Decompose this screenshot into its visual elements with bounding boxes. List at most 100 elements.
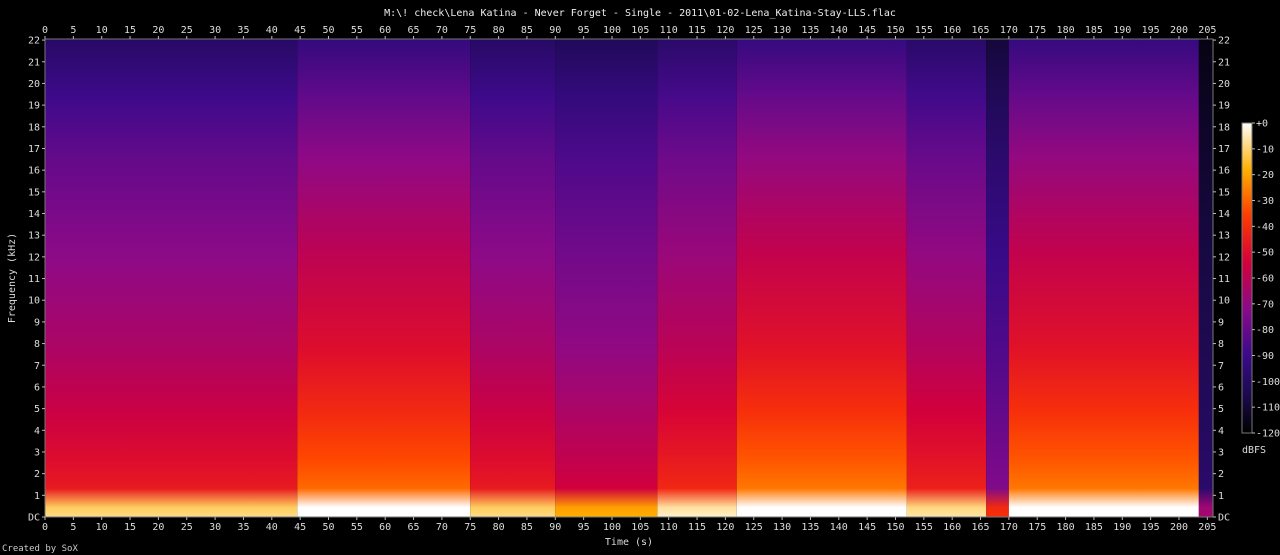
x-tick-label-bottom: 80: [493, 522, 505, 533]
y-tick-label-right: 14: [1218, 209, 1230, 220]
x-tick-label-bottom: 85: [521, 522, 533, 533]
x-tick-label-top: 65: [408, 25, 420, 36]
x-tick-label-bottom: 130: [773, 522, 791, 533]
y-tick-label-left: 1: [34, 491, 40, 502]
x-tick-label-top: 80: [493, 25, 505, 36]
x-tick-label-bottom: 65: [408, 522, 420, 533]
x-tick-label-top: 195: [1142, 25, 1160, 36]
x-tick-label-top: 160: [943, 25, 961, 36]
x-tick-label-bottom: 70: [436, 522, 448, 533]
x-tick-label-top: 185: [1085, 25, 1103, 36]
x-tick-label-top: 0: [42, 25, 48, 36]
x-tick-label-bottom: 195: [1142, 522, 1160, 533]
x-tick-label-bottom: 145: [858, 522, 876, 533]
colorbar-tick-label: -30: [1256, 196, 1274, 207]
y-tick-label-left: 22: [28, 36, 40, 47]
chart-title: M:\! check\Lena Katina - Never Forget - …: [384, 8, 896, 19]
y-tick-label-right: 18: [1218, 122, 1230, 133]
x-tick-label-top: 90: [549, 25, 561, 36]
x-tick-label-bottom: 30: [209, 522, 221, 533]
y-tick-label-right: 19: [1218, 101, 1230, 112]
y-tick-label-left: 12: [28, 252, 40, 263]
x-tick-label-top: 60: [379, 25, 391, 36]
x-tick-label-top: 85: [521, 25, 533, 36]
x-tick-label-bottom: 180: [1057, 522, 1075, 533]
y-tick-label-left: 17: [28, 144, 40, 155]
y-tick-label-right: 9: [1218, 317, 1224, 328]
x-tick-label-top: 120: [716, 25, 734, 36]
y-tick-label-right: DC: [1218, 513, 1230, 524]
colorbar-tick-label: -90: [1256, 351, 1274, 362]
x-tick-label-bottom: 5: [70, 522, 76, 533]
y-tick-label-left: DC: [28, 513, 40, 524]
x-tick-label-top: 15: [124, 25, 136, 36]
x-tick-label-top: 200: [1170, 25, 1188, 36]
x-axis-label: Time (s): [605, 537, 653, 548]
x-tick-label-top: 40: [266, 25, 278, 36]
x-tick-label-bottom: 165: [972, 522, 990, 533]
y-tick-label-right: 15: [1218, 187, 1230, 198]
x-tick-label-top: 135: [801, 25, 819, 36]
y-tick-label-left: 19: [28, 101, 40, 112]
x-tick-label-top: 150: [886, 25, 904, 36]
x-tick-label-top: 175: [1028, 25, 1046, 36]
colorbar-tick-label: -80: [1256, 325, 1274, 336]
y-tick-label-right: 17: [1218, 144, 1230, 155]
x-tick-label-bottom: 115: [688, 522, 706, 533]
spectrogram-section: [1008, 39, 1199, 517]
y-tick-label-right: 21: [1218, 57, 1230, 68]
y-tick-label-right: 7: [1218, 361, 1224, 372]
x-tick-label-top: 35: [237, 25, 249, 36]
x-tick-label-bottom: 150: [886, 522, 904, 533]
x-tick-label-bottom: 110: [660, 522, 678, 533]
x-tick-label-bottom: 120: [716, 522, 734, 533]
colorbar-tick-label: -40: [1256, 222, 1274, 233]
y-tick-label-left: 13: [28, 231, 40, 242]
spectrogram-section: [297, 39, 471, 517]
x-tick-label-top: 125: [745, 25, 763, 36]
y-tick-label-right: 4: [1218, 426, 1224, 437]
y-tick-label-left: 5: [34, 404, 40, 415]
colorbar: [1241, 122, 1253, 434]
y-tick-label-right: 16: [1218, 166, 1230, 177]
y-tick-label-right: 2: [1218, 469, 1224, 480]
x-tick-label-top: 5: [70, 25, 76, 36]
spectrogram-section: [45, 39, 298, 517]
y-tick-label-left: 9: [34, 317, 40, 328]
x-tick-label-bottom: 50: [322, 522, 334, 533]
colorbar-tick-label: -70: [1256, 299, 1274, 310]
x-tick-label-bottom: 20: [152, 522, 164, 533]
x-tick-label-top: 55: [351, 25, 363, 36]
y-tick-label-left: 21: [28, 57, 40, 68]
y-tick-label-left: 16: [28, 166, 40, 177]
spectrogram-section: [986, 39, 1009, 517]
colorbar-tick-label: -100: [1256, 377, 1280, 388]
colorbar-tick-label: +0: [1256, 119, 1268, 130]
y-tick-label-left: 10: [28, 296, 40, 307]
colorbar-tick-label: -10: [1256, 144, 1274, 155]
x-tick-label-top: 100: [603, 25, 621, 36]
x-tick-label-top: 205: [1198, 25, 1216, 36]
plot-area: [45, 39, 1213, 517]
x-tick-label-top: 105: [631, 25, 649, 36]
x-tick-label-bottom: 205: [1198, 522, 1216, 533]
spectrogram-section: [736, 39, 907, 517]
x-tick-label-bottom: 125: [745, 522, 763, 533]
x-tick-label-top: 110: [660, 25, 678, 36]
x-tick-label-bottom: 35: [237, 522, 249, 533]
x-tick-label-bottom: 160: [943, 522, 961, 533]
credit-text: Created by SoX: [2, 544, 78, 554]
y-tick-label-right: 12: [1218, 252, 1230, 263]
x-tick-label-bottom: 135: [801, 522, 819, 533]
x-tick-label-bottom: 185: [1085, 522, 1103, 533]
y-tick-label-right: 8: [1218, 339, 1224, 350]
x-tick-label-top: 75: [464, 25, 476, 36]
y-tick-label-left: 2: [34, 469, 40, 480]
x-tick-label-bottom: 190: [1113, 522, 1131, 533]
x-tick-label-bottom: 0: [42, 522, 48, 533]
y-tick-label-left: 4: [34, 426, 40, 437]
x-tick-label-bottom: 175: [1028, 522, 1046, 533]
y-tick-label-right: 22: [1218, 36, 1230, 47]
x-tick-label-top: 190: [1113, 25, 1131, 36]
spectrogram-section: [470, 39, 556, 517]
